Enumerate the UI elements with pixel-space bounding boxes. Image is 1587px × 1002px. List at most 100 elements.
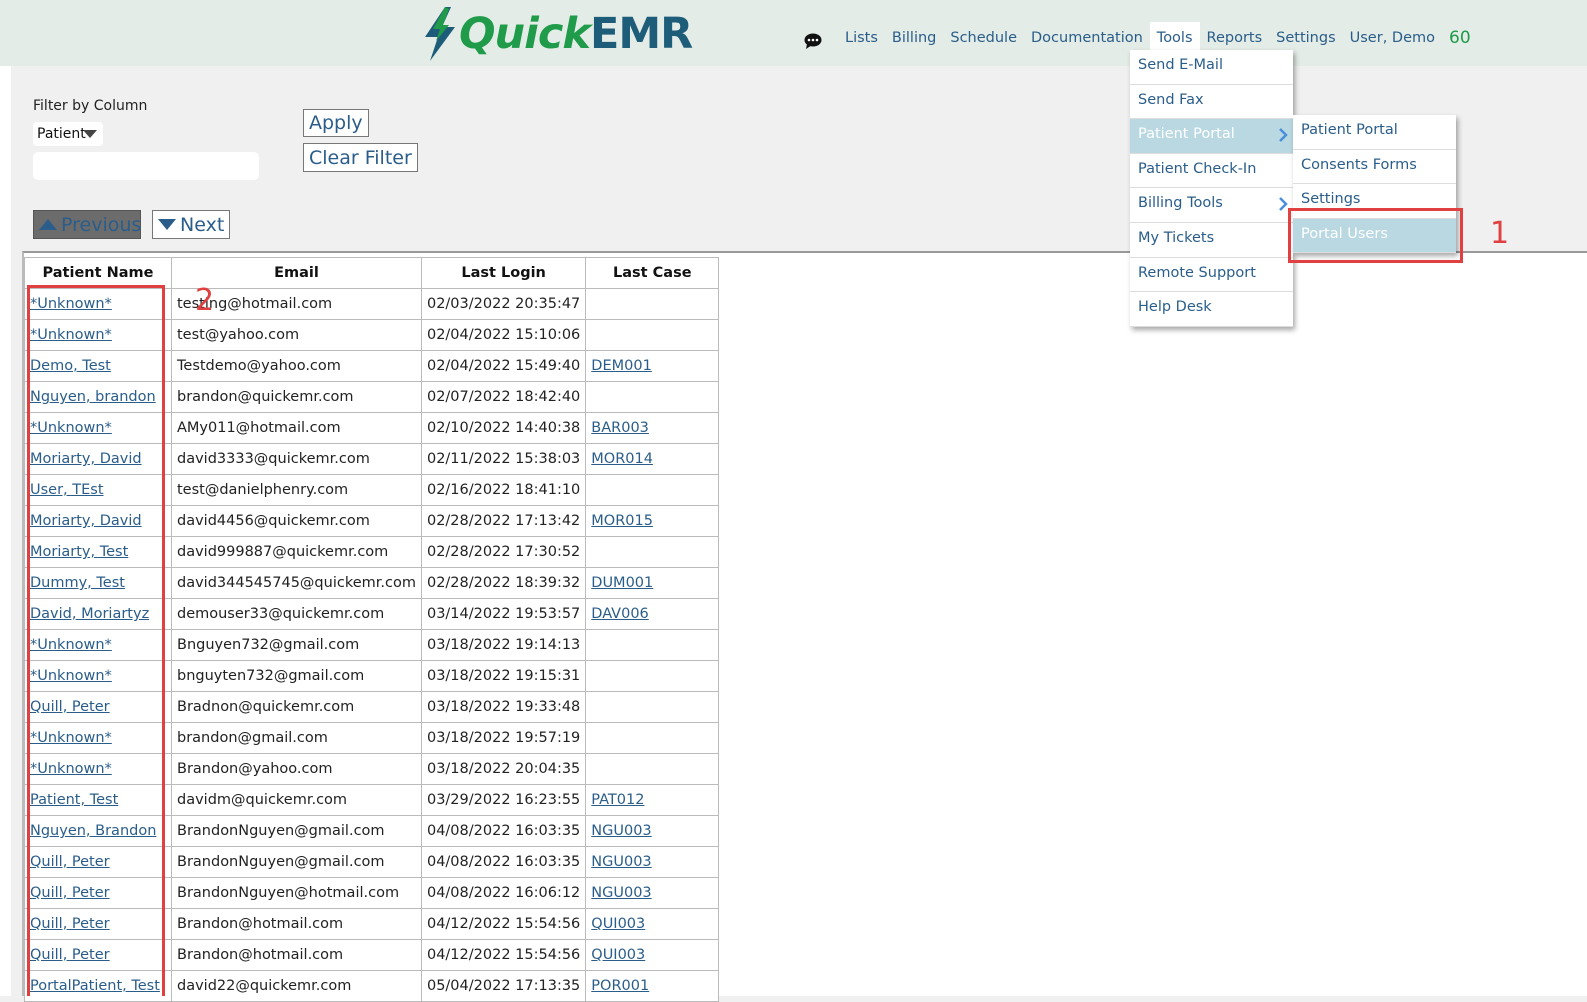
filter-text-input[interactable] <box>33 152 259 180</box>
cell-email: AMy011@hotmail.com <box>171 412 422 444</box>
nav-schedule[interactable]: Schedule <box>943 22 1024 54</box>
cell-last-case: MOR014 <box>585 443 720 475</box>
header-last-case[interactable]: Last Case <box>585 257 720 289</box>
previous-button[interactable]: Previous <box>33 210 141 239</box>
cell-email: david3333@quickemr.com <box>171 443 422 475</box>
cell-last-login: 03/14/2022 19:53:57 <box>420 598 587 630</box>
filter-label: Filter by Column <box>33 98 148 114</box>
last-case-link[interactable]: QUI003 <box>591 947 645 963</box>
cell-last-case: DAV006 <box>585 598 720 630</box>
cell-email: bnguyten732@gmail.com <box>171 660 422 692</box>
header-last-login[interactable]: Last Login <box>420 257 587 289</box>
annotation-box-portal-users <box>1288 208 1463 263</box>
cell-last-login: 02/04/2022 15:49:40 <box>420 350 587 382</box>
submenu-patient-portal[interactable]: Patient Portal <box>1293 115 1456 150</box>
cell-last-login: 02/28/2022 18:39:32 <box>420 567 587 599</box>
cell-last-case <box>585 753 720 785</box>
next-label: Next <box>180 213 225 236</box>
last-case-link[interactable]: QUI003 <box>591 916 645 932</box>
cell-last-login: 02/03/2022 20:35:47 <box>420 288 587 320</box>
cell-last-login: 02/16/2022 18:41:10 <box>420 474 587 506</box>
menu-patient-portal[interactable]: Patient Portal <box>1130 119 1293 154</box>
cell-last-case <box>585 536 720 568</box>
chevron-right-icon <box>1279 128 1288 143</box>
menu-billing-tools[interactable]: Billing Tools <box>1130 188 1293 223</box>
cell-last-login: 02/28/2022 17:13:42 <box>420 505 587 537</box>
top-bar: QuickEMR Lists Billing Schedule Document… <box>0 0 1587 66</box>
table-header-row: Patient Name Email Last Login Last Case <box>24 257 720 289</box>
last-case-link[interactable]: PAT012 <box>591 792 644 808</box>
menu-send-fax[interactable]: Send Fax <box>1130 85 1293 120</box>
cell-last-login: 04/08/2022 16:03:35 <box>420 846 587 878</box>
cell-email: brandon@gmail.com <box>171 722 422 754</box>
cell-last-case: DUM001 <box>585 567 720 599</box>
cell-last-case <box>585 722 720 754</box>
last-case-link[interactable]: DAV006 <box>591 606 649 622</box>
filter-column-select[interactable]: Patient <box>33 122 103 146</box>
filter-column-value: Patient <box>37 126 86 142</box>
cell-email: BrandonNguyen@gmail.com <box>171 815 422 847</box>
last-case-link[interactable]: DUM001 <box>591 575 653 591</box>
cell-last-login: 02/28/2022 17:30:52 <box>420 536 587 568</box>
cell-last-case: DEM001 <box>585 350 720 382</box>
chat-bubble-icon[interactable] <box>804 33 822 53</box>
logo-emr-text: EMR <box>590 9 693 59</box>
cell-email: david22@quickemr.com <box>171 970 422 1002</box>
logo-quick-text: Quick <box>459 9 591 59</box>
cell-last-case: QUI003 <box>585 939 720 971</box>
cell-last-login: 02/10/2022 14:40:38 <box>420 412 587 444</box>
cell-last-case <box>585 381 720 413</box>
cell-email: Bradnon@quickemr.com <box>171 691 422 723</box>
lightning-bolt-icon <box>425 7 455 61</box>
menu-patient-check-in[interactable]: Patient Check-In <box>1130 154 1293 189</box>
cell-last-login: 03/29/2022 16:23:55 <box>420 784 587 816</box>
apply-button[interactable]: Apply <box>303 109 369 137</box>
last-case-link[interactable]: NGU003 <box>591 885 651 901</box>
cell-last-case <box>585 660 720 692</box>
cell-email: Brandon@hotmail.com <box>171 908 422 940</box>
cell-last-case: NGU003 <box>585 815 720 847</box>
previous-label: Previous <box>61 213 142 236</box>
next-button[interactable]: Next <box>152 210 231 239</box>
cell-email: Bnguyen732@gmail.com <box>171 629 422 661</box>
cell-last-case <box>585 629 720 661</box>
cell-last-case: QUI003 <box>585 908 720 940</box>
last-case-link[interactable]: POR001 <box>591 978 649 994</box>
header-patient-name[interactable]: Patient Name <box>24 257 172 289</box>
cell-last-case: POR001 <box>585 970 720 1002</box>
cell-last-login: 04/12/2022 15:54:56 <box>420 908 587 940</box>
cell-email: BrandonNguyen@gmail.com <box>171 846 422 878</box>
cell-last-case <box>585 319 720 351</box>
cell-last-login: 04/12/2022 15:54:56 <box>420 939 587 971</box>
last-case-link[interactable]: DEM001 <box>591 358 652 374</box>
cell-last-login: 04/08/2022 16:06:12 <box>420 877 587 909</box>
last-case-link[interactable]: BAR003 <box>591 420 649 436</box>
cell-email: Brandon@yahoo.com <box>171 753 422 785</box>
last-case-link[interactable]: NGU003 <box>591 854 651 870</box>
last-case-link[interactable]: MOR015 <box>591 513 653 529</box>
submenu-consents-forms[interactable]: Consents Forms <box>1293 150 1456 185</box>
cell-last-case: MOR015 <box>585 505 720 537</box>
cell-email: david999887@quickemr.com <box>171 536 422 568</box>
menu-help-desk[interactable]: Help Desk <box>1130 292 1293 327</box>
menu-my-tickets[interactable]: My Tickets <box>1130 223 1293 258</box>
cell-last-login: 03/18/2022 19:15:31 <box>420 660 587 692</box>
last-case-link[interactable]: MOR014 <box>591 451 653 467</box>
annotation-number-1: 1 <box>1490 216 1510 251</box>
notification-count[interactable]: 60 <box>1449 21 1471 55</box>
nav-user[interactable]: User, Demo <box>1343 22 1442 54</box>
cell-last-login: 02/04/2022 15:10:06 <box>420 319 587 351</box>
cell-last-login: 02/07/2022 18:42:40 <box>420 381 587 413</box>
annotation-box-patient-names <box>27 285 165 996</box>
cell-last-case <box>585 474 720 506</box>
annotation-number-2: 2 <box>195 283 215 318</box>
menu-remote-support[interactable]: Remote Support <box>1130 258 1293 293</box>
menu-send-email[interactable]: Send E-Mail <box>1130 50 1293 85</box>
app-logo[interactable]: QuickEMR <box>423 6 693 62</box>
last-case-link[interactable]: NGU003 <box>591 823 651 839</box>
clear-filter-button[interactable]: Clear Filter <box>303 143 418 172</box>
nav-billing[interactable]: Billing <box>885 22 943 54</box>
cell-email: Testdemo@yahoo.com <box>171 350 422 382</box>
nav-lists[interactable]: Lists <box>838 22 885 54</box>
menu-billing-tools-label: Billing Tools <box>1138 195 1223 212</box>
